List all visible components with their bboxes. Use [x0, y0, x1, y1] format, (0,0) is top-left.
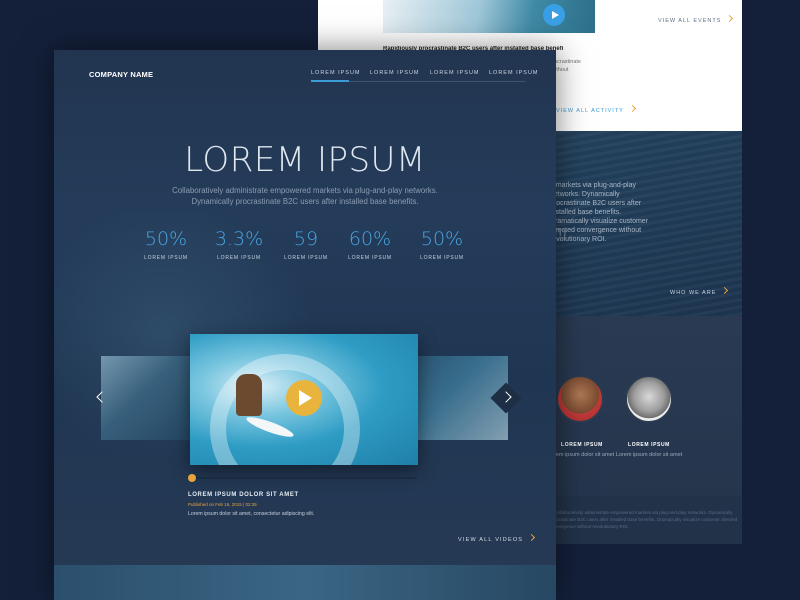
company-logo[interactable]: COMPANY NAME	[89, 70, 153, 79]
hero-subtitle-line: Collaboratively administrate empowered m…	[172, 186, 438, 195]
event-thumbnail[interactable]	[383, 0, 595, 33]
nav-active-indicator	[311, 80, 349, 82]
nav-item-2[interactable]: LOREM IPSUM	[370, 70, 420, 76]
who-we-are-link[interactable]: WHO WE ARE	[670, 286, 729, 296]
stat-label: LOREM IPSUM	[217, 255, 261, 261]
video-meta: Published on Feb 16, 2015 | 02:35	[188, 502, 257, 507]
stat-value: 60%	[348, 228, 392, 250]
video-player[interactable]	[190, 334, 418, 465]
view-all-activity-link[interactable]: VIEW ALL ACTIVITY	[556, 104, 636, 114]
who-we-are-label: WHO WE ARE	[670, 290, 717, 296]
team-avatar[interactable]	[625, 375, 673, 423]
view-all-activity-label: VIEW ALL ACTIVITY	[556, 108, 624, 114]
stat-label: LOREM IPSUM	[144, 255, 188, 261]
nav-item-3[interactable]: LOREM IPSUM	[430, 70, 480, 76]
video-thumbnail-prev[interactable]	[101, 356, 191, 440]
stat-1: 50% LOREM IPSUM	[136, 228, 196, 261]
team-member-desc: Lorem ipsum dolor sit amet	[615, 452, 683, 458]
team-member-name: LOREM IPSUM	[628, 442, 670, 448]
hero-subtitle: Collaboratively administrate empowered m…	[54, 185, 556, 207]
hero-title: LOREM IPSUM	[184, 140, 426, 180]
stat-label: LOREM IPSUM	[284, 255, 328, 261]
team-avatar[interactable]	[556, 375, 604, 423]
progress-knob[interactable]	[188, 474, 196, 482]
stat-3: 59 LOREM IPSUM	[276, 228, 336, 261]
stat-value: 50%	[144, 228, 188, 250]
play-icon[interactable]	[286, 380, 322, 416]
stat-2: 3.3% LOREM IPSUM	[209, 228, 269, 261]
view-all-videos-link[interactable]: VIEW ALL VIDEOS	[458, 533, 536, 543]
video-description: Lorem ipsum dolor sit amet, consectetur …	[188, 511, 315, 517]
video-progress-bar[interactable]	[189, 477, 417, 479]
stat-value: 50%	[420, 228, 464, 250]
chevron-right-icon	[721, 286, 729, 295]
hero-subtitle-line: Dynamically procrastinate B2C users afte…	[191, 197, 419, 206]
view-all-events-label: VIEW ALL EVENTS	[658, 18, 722, 24]
surfer-graphic	[236, 374, 262, 416]
nav-item-4[interactable]: LOREM IPSUM	[489, 70, 539, 76]
stat-4: 60% LOREM IPSUM	[340, 228, 400, 261]
view-all-videos-label: VIEW ALL VIDEOS	[458, 537, 524, 543]
team-member-name: LOREM IPSUM	[561, 442, 603, 448]
stat-value: 59	[293, 228, 319, 250]
video-title[interactable]: LOREM IPSUM DOLOR SIT AMET	[188, 492, 299, 498]
stat-label: LOREM IPSUM	[348, 255, 392, 261]
wave-graphic	[210, 354, 360, 465]
chevron-right-icon	[726, 14, 734, 23]
stat-label: LOREM IPSUM	[420, 255, 464, 261]
nav-item-1[interactable]: LOREM IPSUM	[311, 70, 361, 76]
view-all-events-link[interactable]: VIEW ALL EVENTS	[658, 14, 734, 24]
chevron-right-icon	[528, 533, 536, 542]
play-icon[interactable]	[543, 4, 565, 26]
footer-text: ...Collaboratively administrate empowere…	[550, 510, 738, 529]
chevron-right-icon	[628, 104, 636, 113]
next-section-preview	[54, 565, 556, 600]
front-page: COMPANY NAME LOREM IPSUM LOREM IPSUM LOR…	[54, 50, 556, 600]
stat-5: 50% LOREM IPSUM	[412, 228, 472, 261]
stat-value: 3.3%	[214, 228, 264, 250]
